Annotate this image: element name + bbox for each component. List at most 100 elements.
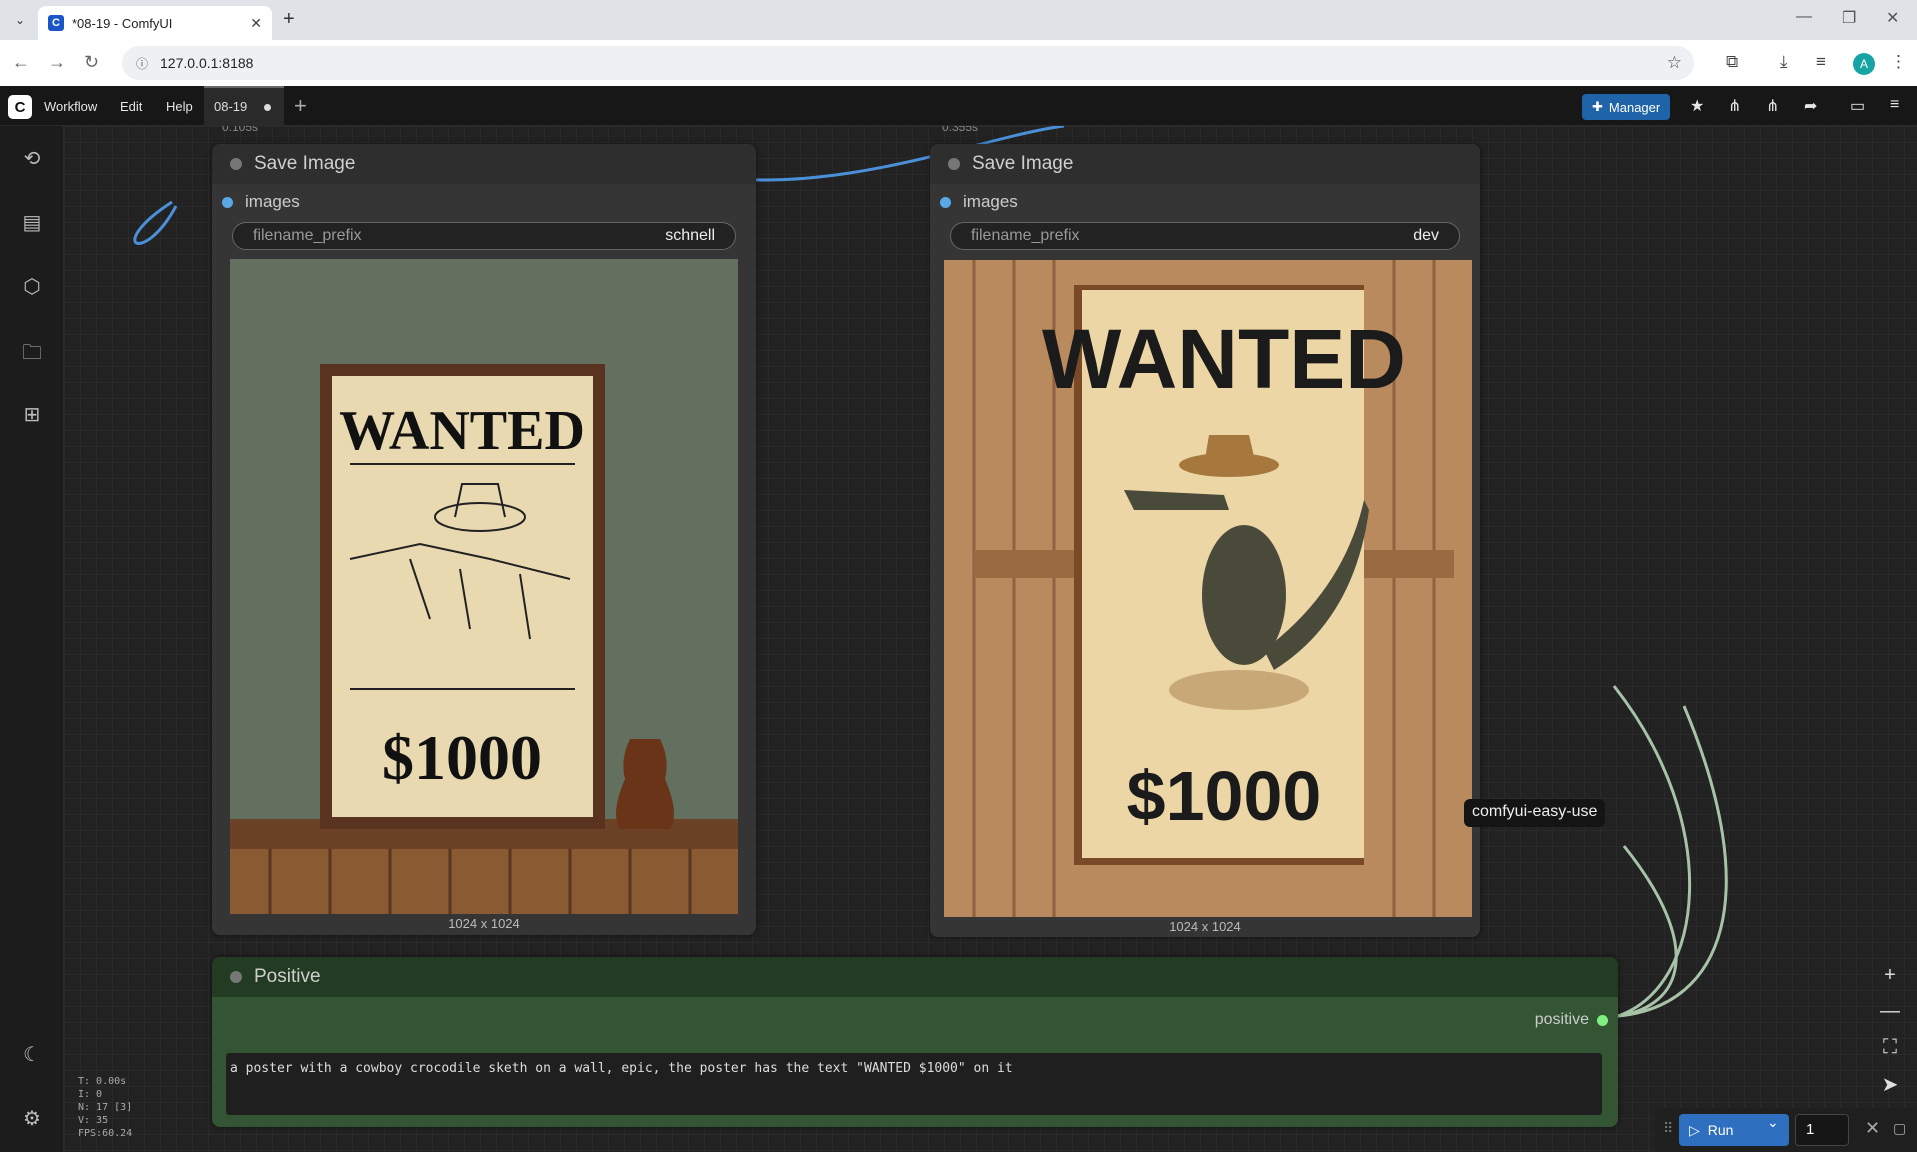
- bookmark-star-icon[interactable]: ☆: [1667, 53, 1682, 73]
- run-toolbar: ⠿ ▷ Run ⌄ 1 ✕ ▢: [1655, 1108, 1917, 1152]
- browser-menu-icon[interactable]: ⋮: [1890, 52, 1907, 72]
- browser-tab[interactable]: C *08-19 - ComfyUI ✕: [38, 6, 272, 40]
- restore-icon[interactable]: ❐: [1842, 8, 1856, 28]
- run-options-chevron-icon[interactable]: ⌄: [1767, 1114, 1779, 1131]
- poster-title: WANTED: [339, 400, 585, 462]
- drag-handle-icon[interactable]: ⠿: [1663, 1120, 1673, 1137]
- tab-search-icon[interactable]: ⌄: [8, 9, 32, 31]
- collapse-dot-icon[interactable]: [230, 158, 242, 170]
- settings-gear-icon[interactable]: ⚙: [20, 1106, 44, 1130]
- comfy-menubar: C Workflow Edit Help 08-19 + ✚ Manager ★…: [0, 86, 1917, 126]
- images-input-slot[interactable]: images: [222, 192, 300, 212]
- node-title: Positive: [254, 966, 321, 987]
- collapse-dot-icon[interactable]: [230, 971, 242, 983]
- graph-canvas[interactable]: 0.105s Save Image images filename_prefix…: [64, 126, 1917, 1152]
- batch-count-input[interactable]: 1: [1795, 1114, 1849, 1146]
- input-dot-icon[interactable]: [940, 196, 951, 208]
- stat-time: T: 0.00s: [78, 1076, 127, 1087]
- filename-prefix-widget[interactable]: filename_prefix dev: [950, 222, 1460, 250]
- share-icon[interactable]: ➦: [1804, 96, 1817, 116]
- collapse-dot-icon[interactable]: [948, 158, 960, 170]
- manager-button[interactable]: ✚ Manager: [1582, 94, 1671, 120]
- media-icon[interactable]: ≡: [1816, 52, 1826, 72]
- tab-close-icon[interactable]: ✕: [250, 15, 262, 32]
- model-alt-icon[interactable]: ⋔: [1766, 96, 1779, 116]
- menu-workflow[interactable]: Workflow: [44, 99, 97, 114]
- widget-label: filename_prefix: [253, 227, 362, 244]
- minimize-icon[interactable]: —: [1796, 8, 1812, 26]
- site-info-icon[interactable]: ⓘ: [136, 55, 148, 72]
- address-bar[interactable]: ⓘ 127.0.0.1:8188 ☆: [122, 46, 1694, 80]
- forward-icon[interactable]: →: [48, 52, 66, 73]
- add-workflow-icon[interactable]: +: [294, 93, 307, 119]
- queue-list-icon[interactable]: ▤: [20, 210, 44, 234]
- new-tab-icon[interactable]: +: [283, 8, 295, 31]
- zoom-out-icon[interactable]: —: [1876, 1000, 1904, 1023]
- theme-moon-icon[interactable]: ☾: [20, 1042, 44, 1066]
- save-image-node-schnell[interactable]: Save Image images filename_prefix schnel…: [212, 144, 756, 935]
- tab-title: *08-19 - ComfyUI: [72, 15, 173, 31]
- stat-fps: FPS:60.24: [78, 1128, 133, 1139]
- widget-value: schnell: [665, 227, 715, 244]
- url-text: 127.0.0.1:8188: [160, 55, 254, 71]
- profile-avatar[interactable]: A: [1853, 53, 1875, 75]
- output-dot-icon[interactable]: [1597, 1014, 1608, 1026]
- download-icon[interactable]: ⤓: [1780, 52, 1788, 72]
- canvas-stats: T: 0.00s I: 0 N: 17 [3] V: 35 FPS:60.24: [78, 1075, 132, 1140]
- star-icon[interactable]: ★: [1690, 96, 1704, 116]
- node-header[interactable]: Save Image: [930, 144, 1480, 184]
- node-title: Save Image: [972, 153, 1074, 174]
- node-library-cube-icon[interactable]: ⬡: [20, 274, 44, 298]
- image-size-caption: 1024 x 1024: [448, 916, 520, 931]
- poster-reward: $1000: [1127, 757, 1322, 835]
- widget-value: dev: [1413, 227, 1439, 244]
- cancel-icon[interactable]: ✕: [1865, 1118, 1880, 1139]
- menu-help[interactable]: Help: [166, 99, 193, 114]
- prompt-textarea[interactable]: a poster with a cowboy crocodile sketh o…: [226, 1053, 1602, 1115]
- folder-icon[interactable]: 🗀: [20, 338, 44, 364]
- positive-output-slot[interactable]: positive: [1535, 1011, 1608, 1029]
- panel-toggle-icon[interactable]: ▭: [1850, 96, 1865, 116]
- filename-prefix-widget[interactable]: filename_prefix schnell: [232, 222, 736, 250]
- stat-vertices: V: 35: [78, 1115, 109, 1126]
- puzzle-icon: ✚: [1592, 99, 1603, 114]
- history-icon[interactable]: ⟲: [20, 146, 44, 170]
- run-label: Run: [1707, 1122, 1734, 1138]
- output-image-dev[interactable]: WANTED $1000: [944, 260, 1472, 917]
- back-icon[interactable]: ←: [12, 52, 30, 73]
- pointer-mode-icon[interactable]: ➤: [1876, 1072, 1904, 1097]
- workflow-tree-icon[interactable]: ⊞: [20, 402, 44, 426]
- queue-panel-icon[interactable]: ▢: [1893, 1120, 1906, 1137]
- model-icon[interactable]: ⋔: [1728, 96, 1741, 116]
- browser-toolbar: ← → ↻ ⓘ 127.0.0.1:8188 ☆ ⧉ ⤓ ≡ A ⋮: [0, 40, 1917, 86]
- comfyui-logo-icon[interactable]: C: [8, 95, 32, 119]
- slot-label: positive: [1534, 1011, 1589, 1028]
- menu-edit[interactable]: Edit: [120, 99, 142, 114]
- stat-nodes: N: 17 [3]: [78, 1102, 133, 1113]
- images-input-slot[interactable]: images: [940, 192, 1018, 212]
- hamburger-menu-icon[interactable]: ≡: [1890, 96, 1899, 114]
- node-timing: 0.105s: [222, 126, 259, 134]
- group-badge[interactable]: comfyui-easy-use: [1464, 799, 1606, 827]
- workflow-tab-label: 08-19: [214, 99, 248, 114]
- node-header[interactable]: Positive: [212, 957, 1618, 997]
- positive-prompt-node[interactable]: Positive positive a poster with a cowboy…: [212, 957, 1618, 1127]
- node-header[interactable]: Save Image: [212, 144, 756, 184]
- reload-icon[interactable]: ↻: [84, 52, 99, 73]
- output-image-schnell[interactable]: WANTED $1000: [230, 259, 738, 914]
- left-sidebar: ⟲ ▤ ⬡ 🗀 ⊞ ☾ ⚙: [0, 126, 64, 1152]
- save-image-node-dev[interactable]: Save Image images filename_prefix dev WA…: [930, 144, 1480, 937]
- stat-i: I: 0: [78, 1089, 103, 1100]
- node-timing: 0.355s: [942, 126, 979, 134]
- input-dot-icon[interactable]: [222, 196, 233, 208]
- zoom-in-icon[interactable]: +: [1876, 964, 1904, 987]
- manager-label: Manager: [1608, 99, 1661, 115]
- comfyui-favicon-icon: C: [48, 15, 64, 31]
- slot-label: images: [245, 192, 300, 211]
- close-window-icon[interactable]: ✕: [1886, 8, 1899, 28]
- workflow-tab[interactable]: 08-19: [204, 86, 284, 126]
- extensions-icon[interactable]: ⧉: [1726, 52, 1738, 72]
- fit-view-icon[interactable]: ⛶: [1876, 1036, 1904, 1059]
- poster-reward: $1000: [382, 722, 542, 793]
- image-size-caption: 1024 x 1024: [1169, 919, 1241, 934]
